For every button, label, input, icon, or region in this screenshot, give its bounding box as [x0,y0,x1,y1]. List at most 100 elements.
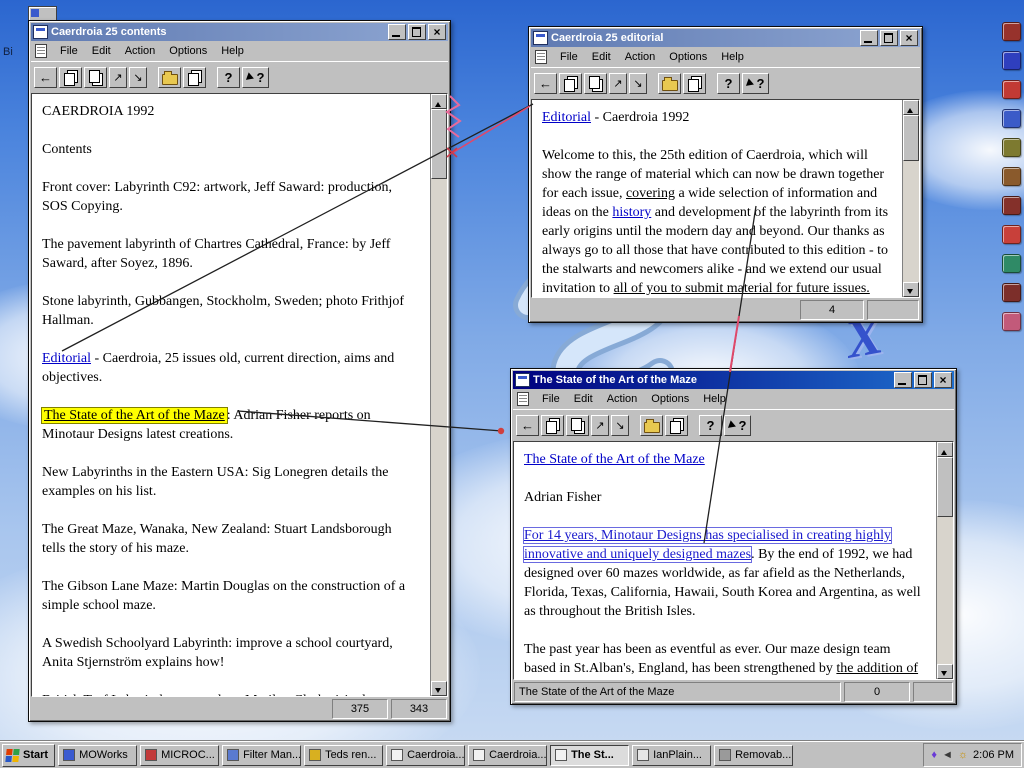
jump-down-button[interactable]: ↘ [129,67,147,88]
maximize-button[interactable] [880,30,898,46]
dock-icon-6[interactable] [1002,167,1021,186]
menu-help[interactable]: Help [714,49,751,65]
background-window-fragment[interactable] [28,6,57,21]
context-help-button[interactable]: ? [724,415,751,436]
copy-button[interactable] [541,415,564,436]
minimize-button[interactable] [388,24,406,40]
document-view[interactable]: Editorial - Caerdroia 1992 Welcome to thi… [532,100,902,297]
dock-icon-10[interactable] [1002,283,1021,302]
dock-icon-2[interactable] [1002,51,1021,70]
hyperlink[interactable]: covering [626,186,675,201]
taskbar-task-removable[interactable]: Removab... [714,744,794,766]
link-copy-button[interactable] [566,415,589,436]
titlebar[interactable]: Caerdroia 25 editorial [531,29,920,47]
titlebar[interactable]: Caerdroia 25 contents [31,23,448,41]
back-button[interactable]: ← [34,67,57,88]
hyperlink[interactable]: history [612,205,651,220]
close-button[interactable] [428,24,446,40]
dock-icon-4[interactable] [1002,109,1021,128]
menu-action[interactable]: Action [118,43,163,59]
close-button[interactable] [934,372,952,388]
vertical-scrollbar[interactable] [936,442,953,679]
jump-up-button[interactable]: ↗ [591,415,609,436]
link-copy-button[interactable] [84,67,107,88]
duplicate-button[interactable] [183,67,206,88]
help-button[interactable]: ? [217,67,240,88]
menu-action[interactable]: Action [600,391,645,407]
dock-icon-5[interactable] [1002,138,1021,157]
help-button[interactable]: ? [717,73,740,94]
taskbar-task-moworks[interactable]: MOWorks [58,744,138,766]
jump-up-button[interactable]: ↗ [609,73,627,94]
dock-icon-9[interactable] [1002,254,1021,273]
document-view[interactable]: The State of the Art of the Maze Adrian F… [514,442,936,679]
menu-options[interactable]: Options [644,391,696,407]
scroll-down-button[interactable] [903,282,919,297]
hyperlink[interactable]: The State of the Art of the Maze [41,407,228,424]
open-button[interactable] [658,73,681,94]
hyperlink[interactable]: Editorial [542,110,591,125]
open-button[interactable] [158,67,181,88]
menu-edit[interactable]: Edit [585,49,618,65]
menu-file[interactable]: File [535,391,567,407]
scroll-down-button[interactable] [431,681,447,696]
vertical-scrollbar[interactable] [430,94,447,696]
taskbar-task-caerdroia-contents[interactable]: Caerdroia... [386,744,466,766]
close-button[interactable] [900,30,918,46]
dock-icon-3[interactable] [1002,80,1021,99]
link-copy-button[interactable] [584,73,607,94]
dock-icon-7[interactable] [1002,196,1021,215]
taskbar-task-filter-manager[interactable]: Filter Man... [222,744,302,766]
jump-up-button[interactable]: ↗ [109,67,127,88]
vertical-scrollbar[interactable] [902,100,919,297]
dock-icon-1[interactable] [1002,22,1021,41]
copy-button[interactable] [559,73,582,94]
menu-file[interactable]: File [53,43,85,59]
scroll-track[interactable] [903,115,919,282]
taskbar-task-teds[interactable]: Teds ren... [304,744,384,766]
menu-options[interactable]: Options [662,49,714,65]
tray-volume-icon[interactable]: ◄ [942,749,953,761]
hyperlink[interactable]: The State of the Art of the Maze [524,452,705,467]
copy-button[interactable] [59,67,82,88]
menu-edit[interactable]: Edit [567,391,600,407]
context-help-button[interactable]: ? [242,67,269,88]
open-button[interactable] [640,415,663,436]
tray-shield-icon[interactable]: ♦ [931,749,937,761]
scroll-down-button[interactable] [937,664,953,679]
scroll-up-button[interactable] [903,100,919,115]
duplicate-button[interactable] [665,415,688,436]
jump-down-button[interactable]: ↘ [629,73,647,94]
menu-help[interactable]: Help [214,43,251,59]
context-help-button[interactable]: ? [742,73,769,94]
scroll-track[interactable] [937,457,953,664]
scroll-thumb[interactable] [431,109,447,179]
scroll-thumb[interactable] [903,115,919,161]
minimize-button[interactable] [860,30,878,46]
back-button[interactable]: ← [534,73,557,94]
titlebar[interactable]: The State of the Art of the Maze [513,371,954,389]
scroll-up-button[interactable] [431,94,447,109]
taskbar-task-the-state[interactable]: The St... [550,744,630,766]
scroll-thumb[interactable] [937,457,953,517]
back-button[interactable]: ← [516,415,539,436]
minimize-button[interactable] [894,372,912,388]
scroll-up-button[interactable] [937,442,953,457]
hyperlink[interactable]: Editorial [42,351,91,366]
taskbar-task-microcosm[interactable]: MICROC... [140,744,220,766]
menu-action[interactable]: Action [618,49,663,65]
hyperlink[interactable]: all of you to submit material for future… [614,281,870,296]
menu-edit[interactable]: Edit [85,43,118,59]
maximize-button[interactable] [408,24,426,40]
duplicate-button[interactable] [683,73,706,94]
dock-icon-8[interactable] [1002,225,1021,244]
menu-options[interactable]: Options [162,43,214,59]
jump-down-button[interactable]: ↘ [611,415,629,436]
maximize-button[interactable] [914,372,932,388]
start-button[interactable]: Start [2,743,56,767]
taskbar-task-ianplain[interactable]: IanPlain... [632,744,712,766]
help-button[interactable]: ? [699,415,722,436]
taskbar-task-caerdroia-editorial[interactable]: Caerdroia... [468,744,548,766]
scroll-track[interactable] [431,109,447,681]
dock-icon-11[interactable] [1002,312,1021,331]
